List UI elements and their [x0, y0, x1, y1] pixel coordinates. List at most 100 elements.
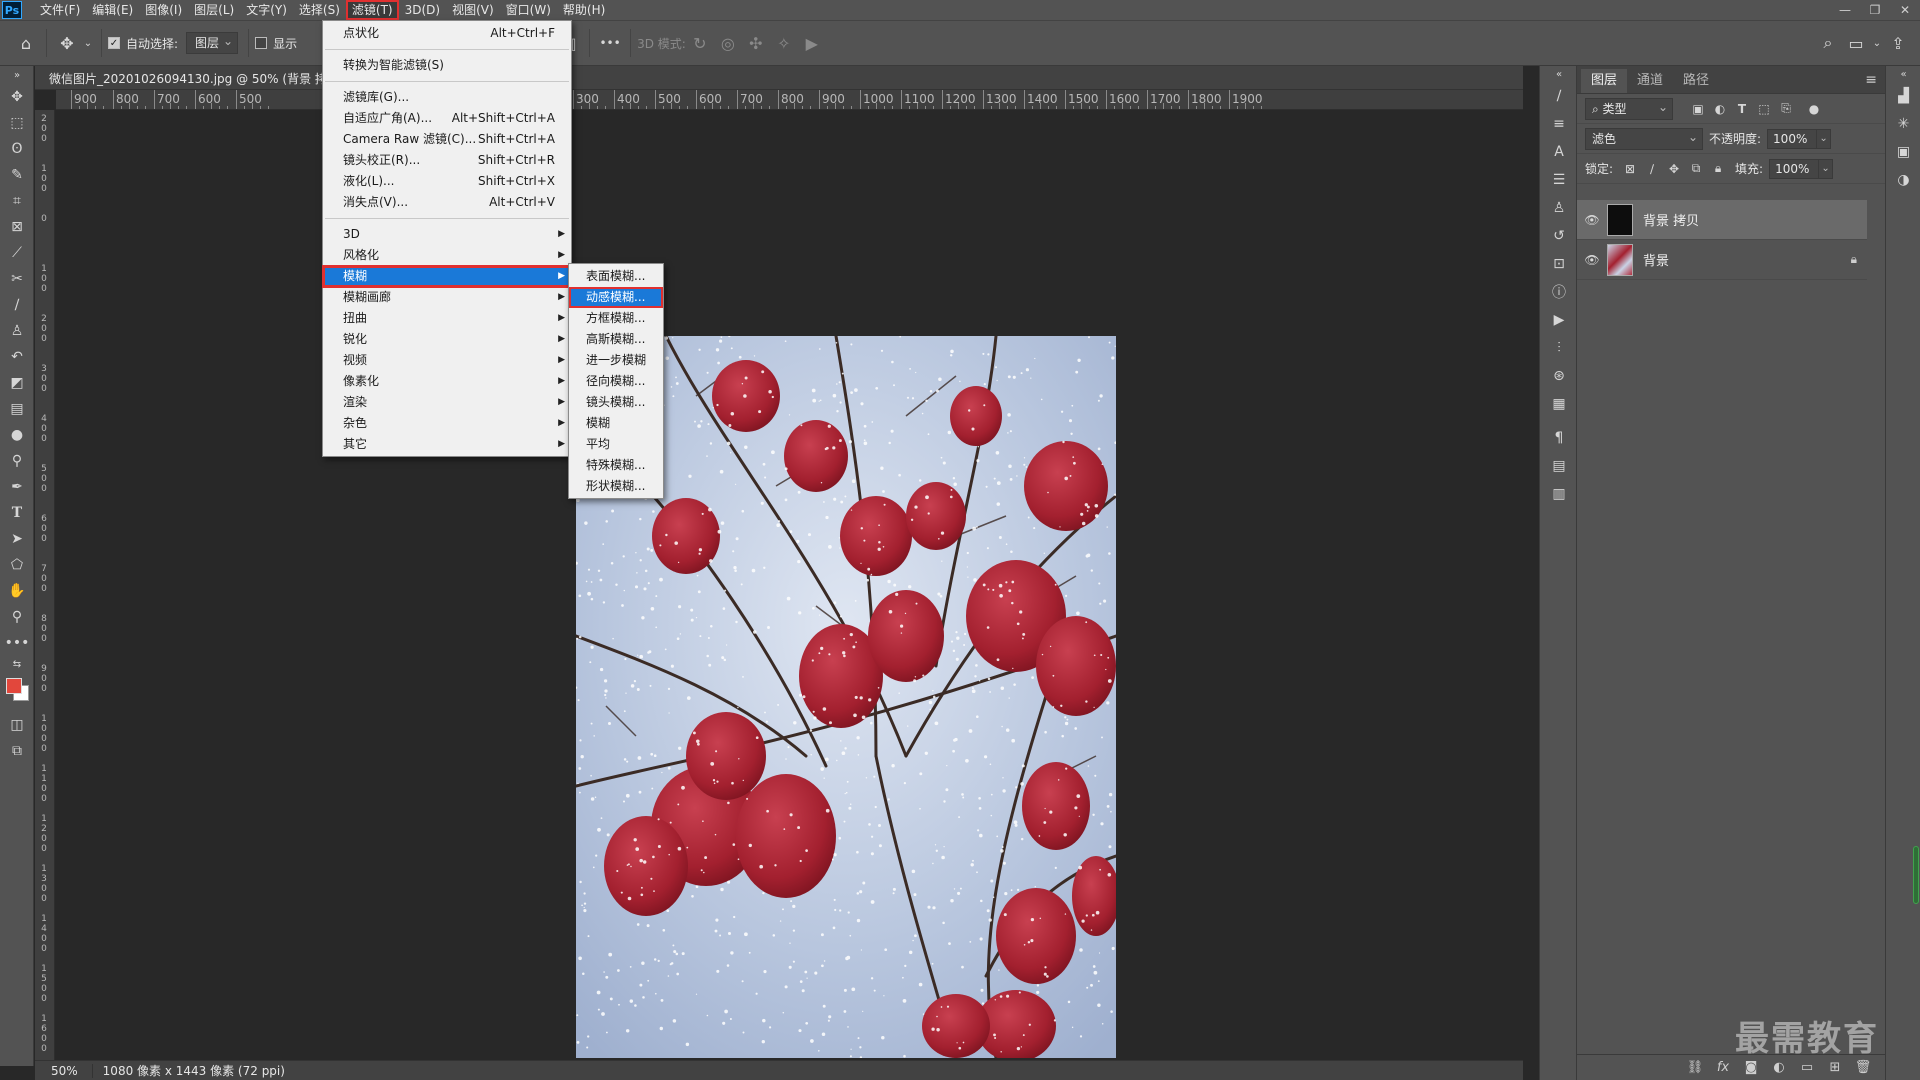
info-icon[interactable]: ⓘ	[1540, 278, 1578, 306]
new-adjustment-layer-icon[interactable]: ◐	[1765, 1060, 1793, 1075]
path-select-tool-icon[interactable]: ➤	[0, 526, 34, 552]
filter-menu-item[interactable]: 像素化 ▶	[323, 371, 571, 392]
brush-tool-icon[interactable]: ∕	[0, 292, 34, 318]
3d-icon[interactable]: ⊛	[1540, 362, 1578, 390]
filter-menu-item[interactable]: 风格化 ▶	[323, 245, 571, 266]
layer-style-icon[interactable]: fx	[1709, 1060, 1737, 1075]
workspace-icon[interactable]: ▭	[1842, 29, 1870, 57]
panel-tab-1[interactable]: 通道	[1627, 69, 1673, 93]
filter-menu-item[interactable]: 其它 ▶	[323, 434, 571, 455]
menu-5[interactable]: 选择(S)	[293, 0, 346, 20]
filter-menu-item[interactable]: 3D ▶	[323, 224, 571, 245]
notes-icon[interactable]: ▤	[1540, 452, 1578, 480]
lock-image-icon[interactable]: ∕	[1641, 162, 1663, 176]
3d-roll-icon[interactable]: ◎	[714, 29, 742, 57]
menu-1[interactable]: 编辑(E)	[86, 0, 139, 20]
filter-menu-item[interactable]: 点状化 Alt+Ctrl+F	[323, 23, 571, 44]
collapse-icon[interactable]: »	[0, 66, 34, 84]
visibility-eye-icon[interactable]: 👁︎	[1577, 213, 1607, 227]
document-tab[interactable]: 微信图片_20201026094130.jpg @ 50% (背景 拷	[49, 70, 349, 87]
blur-submenu-item[interactable]: 进一步模糊	[569, 350, 663, 371]
histogram-icon[interactable]: ▟	[1886, 82, 1920, 110]
filter-type-icon[interactable]: T	[1731, 102, 1753, 116]
type-tool-icon[interactable]: T	[0, 500, 34, 526]
eyedropper-tool-icon[interactable]: ⟋	[0, 240, 34, 266]
blur-submenu-item[interactable]: 平均	[569, 434, 663, 455]
menu-4[interactable]: 文字(Y)	[240, 0, 293, 20]
chevron-down-icon[interactable]: ⌄	[1870, 29, 1884, 57]
more-options-icon[interactable]: •••	[596, 29, 624, 57]
filter-adjustment-icon[interactable]: ◐	[1709, 102, 1731, 116]
marquee-tool-icon[interactable]: ⬚	[0, 110, 34, 136]
history-icon[interactable]: ↺	[1540, 222, 1578, 250]
opacity-input[interactable]: 100%	[1767, 128, 1818, 149]
dodge-tool-icon[interactable]: ⚲	[0, 448, 34, 474]
menu-6[interactable]: 滤镜(T)	[345, 0, 399, 20]
fill-dropdown-icon[interactable]: ⌄	[1819, 158, 1834, 179]
filter-smart-object-icon[interactable]: ⎘	[1775, 101, 1797, 116]
menu-2[interactable]: 图像(I)	[139, 0, 188, 20]
menu-9[interactable]: 窗口(W)	[500, 0, 557, 20]
auto-select-target-select[interactable]: 图层	[186, 31, 239, 54]
navigator-icon[interactable]: ✳	[1886, 110, 1920, 138]
blur-submenu-item[interactable]: 镜头模糊...	[569, 392, 663, 413]
quick-select-tool-icon[interactable]: ✎	[0, 162, 34, 188]
document-info[interactable]: 1080 像素 x 1443 像素 (72 ppi)	[93, 1062, 285, 1079]
menu-3[interactable]: 图层(L)	[188, 0, 240, 20]
swap-colors-icon[interactable]: ⇆	[0, 656, 34, 672]
close-button[interactable]: ✕	[1890, 0, 1920, 20]
new-layer-icon[interactable]: ⊞	[1821, 1060, 1849, 1075]
filter-menu-item[interactable]: 模糊画廊 ▶	[323, 287, 571, 308]
restore-button[interactable]: ❐	[1860, 0, 1890, 20]
layer-thumbnail[interactable]	[1607, 243, 1633, 276]
blur-submenu-item[interactable]: 高斯模糊...	[569, 329, 663, 350]
panel-tab-0[interactable]: 图层	[1581, 69, 1628, 93]
share-icon[interactable]: ⇪	[1884, 29, 1912, 57]
menu-10[interactable]: 帮助(H)	[557, 0, 611, 20]
visibility-eye-icon[interactable]: 👁︎	[1577, 253, 1607, 267]
measurement-icon[interactable]: ▥	[1540, 480, 1578, 508]
menu-8[interactable]: 视图(V)	[446, 0, 500, 20]
screen-mode-icon[interactable]: ⧉	[0, 738, 34, 764]
move-tool-icon[interactable]: ✥	[0, 84, 34, 110]
3d-pan-icon[interactable]: ✣	[742, 29, 770, 57]
eraser-tool-icon[interactable]: ◩	[0, 370, 34, 396]
3d-orbit-icon[interactable]: ↻	[686, 29, 714, 57]
frame-tool-icon[interactable]: ⊠	[0, 214, 34, 240]
canvas-area[interactable]	[56, 110, 1523, 1060]
blur-submenu-item[interactable]: 方框模糊...	[569, 308, 663, 329]
minimize-button[interactable]: —	[1830, 0, 1860, 20]
layer-name[interactable]: 背景	[1643, 250, 1669, 269]
add-mask-icon[interactable]: ◙	[1737, 1060, 1765, 1075]
quick-mask-icon[interactable]: ◫	[0, 712, 34, 738]
gradient-tool-icon[interactable]: ▤	[0, 396, 34, 422]
ruler-vertical[interactable]: 2 0 0 1 0 0 0 1 0 0 2 0 0 3 0 0 4 0 0 5 0 0 6 0 …	[35, 110, 55, 1060]
character-icon[interactable]: A	[1540, 138, 1578, 166]
lock-all-icon[interactable]: 🔒︎	[1707, 161, 1729, 176]
hand-tool-icon[interactable]: ✋	[0, 578, 34, 604]
paragraph-icon[interactable]: ¶	[1540, 424, 1578, 452]
panel-tab-2[interactable]: 路径	[1673, 69, 1719, 93]
layer-row[interactable]: 👁︎ 背景 🔒︎	[1577, 240, 1867, 280]
menu-0[interactable]: 文件(F)	[34, 0, 86, 20]
filter-pixel-icon[interactable]: ▣	[1687, 102, 1709, 116]
filter-menu-item[interactable]: Camera Raw 滤镜(C)... Shift+Ctrl+A	[323, 129, 571, 150]
edit-toolbar-icon[interactable]: •••	[0, 630, 34, 656]
home-icon[interactable]: ⌂	[12, 29, 40, 57]
filter-toggle-icon[interactable]: ●	[1803, 102, 1825, 116]
blend-mode-select[interactable]: 滤色	[1585, 127, 1703, 150]
menu-7[interactable]: 3D(D)	[399, 0, 446, 20]
clone-source-icon[interactable]: ♙	[1540, 194, 1578, 222]
blur-tool-icon[interactable]: ●	[0, 422, 34, 448]
filter-menu-item[interactable]: 渲染 ▶	[323, 392, 571, 413]
filter-menu-item[interactable]: 转换为智能滤镜(S)	[323, 55, 571, 76]
auto-select-checkbox[interactable]: ✓	[108, 37, 120, 49]
blur-submenu-item[interactable]: 特殊模糊...	[569, 455, 663, 476]
layer-filter-kind-select[interactable]: ⌕ 类型	[1585, 97, 1673, 120]
search-icon[interactable]: ⌕	[1814, 29, 1842, 57]
filter-menu-item[interactable]: 镜头校正(R)... Shift+Ctrl+R	[323, 150, 571, 171]
zoom-level[interactable]: 50%	[35, 1063, 93, 1078]
shape-tool-icon[interactable]: ⬠	[0, 552, 34, 578]
blur-submenu-item[interactable]: 动感模糊...	[569, 287, 663, 308]
timeline-icon[interactable]: ▦	[1540, 390, 1578, 418]
